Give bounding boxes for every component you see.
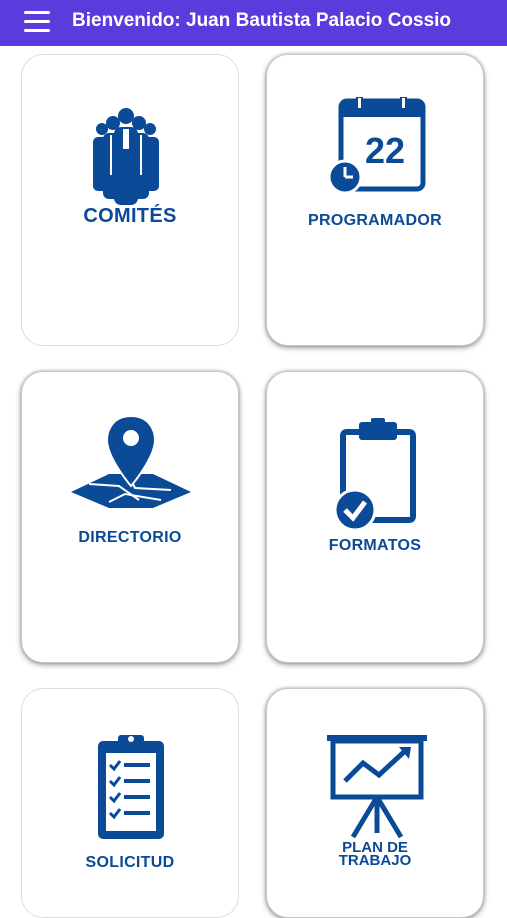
clipboard-check-icon xyxy=(333,418,416,532)
tile-plan-de-trabajo[interactable]: PLAN DE TRABAJO xyxy=(266,688,484,918)
tile-label-plan-line2: TRABAJO xyxy=(338,852,412,869)
tile-solicitud[interactable]: SOLICITUD xyxy=(21,688,239,918)
checklist-clipboard-icon xyxy=(98,735,164,839)
welcome-title: Bienvenido: Juan Bautista Palacio Cossio xyxy=(72,10,452,31)
tile-label-comites: COMITÉS xyxy=(83,205,177,227)
tile-label-programador: PROGRAMADOR xyxy=(308,212,442,229)
hamburger-menu-icon[interactable] xyxy=(24,11,50,33)
committee-people-icon xyxy=(93,108,159,205)
tile-label-directorio: DIRECTORIO xyxy=(78,529,182,546)
app-bar: Bienvenido: Juan Bautista Palacio Cossio xyxy=(0,0,507,46)
tile-programador[interactable]: 22 PROGRAMADOR xyxy=(266,54,484,346)
calendar-day-number: 22 xyxy=(365,130,405,171)
tile-formatos[interactable]: FORMATOS xyxy=(266,371,484,663)
calendar-clock-icon: 22 xyxy=(329,97,426,195)
tile-comites[interactable]: COMITÉS xyxy=(21,54,239,346)
tile-label-solicitud: SOLICITUD xyxy=(85,854,175,871)
map-pin-icon xyxy=(71,414,191,508)
presentation-chart-icon xyxy=(327,735,427,839)
tile-label-formatos: FORMATOS xyxy=(328,537,422,554)
tile-label-plan-de-trabajo: PLAN DE TRABAJO xyxy=(267,840,483,869)
tile-directorio[interactable]: DIRECTORIO xyxy=(21,371,239,663)
